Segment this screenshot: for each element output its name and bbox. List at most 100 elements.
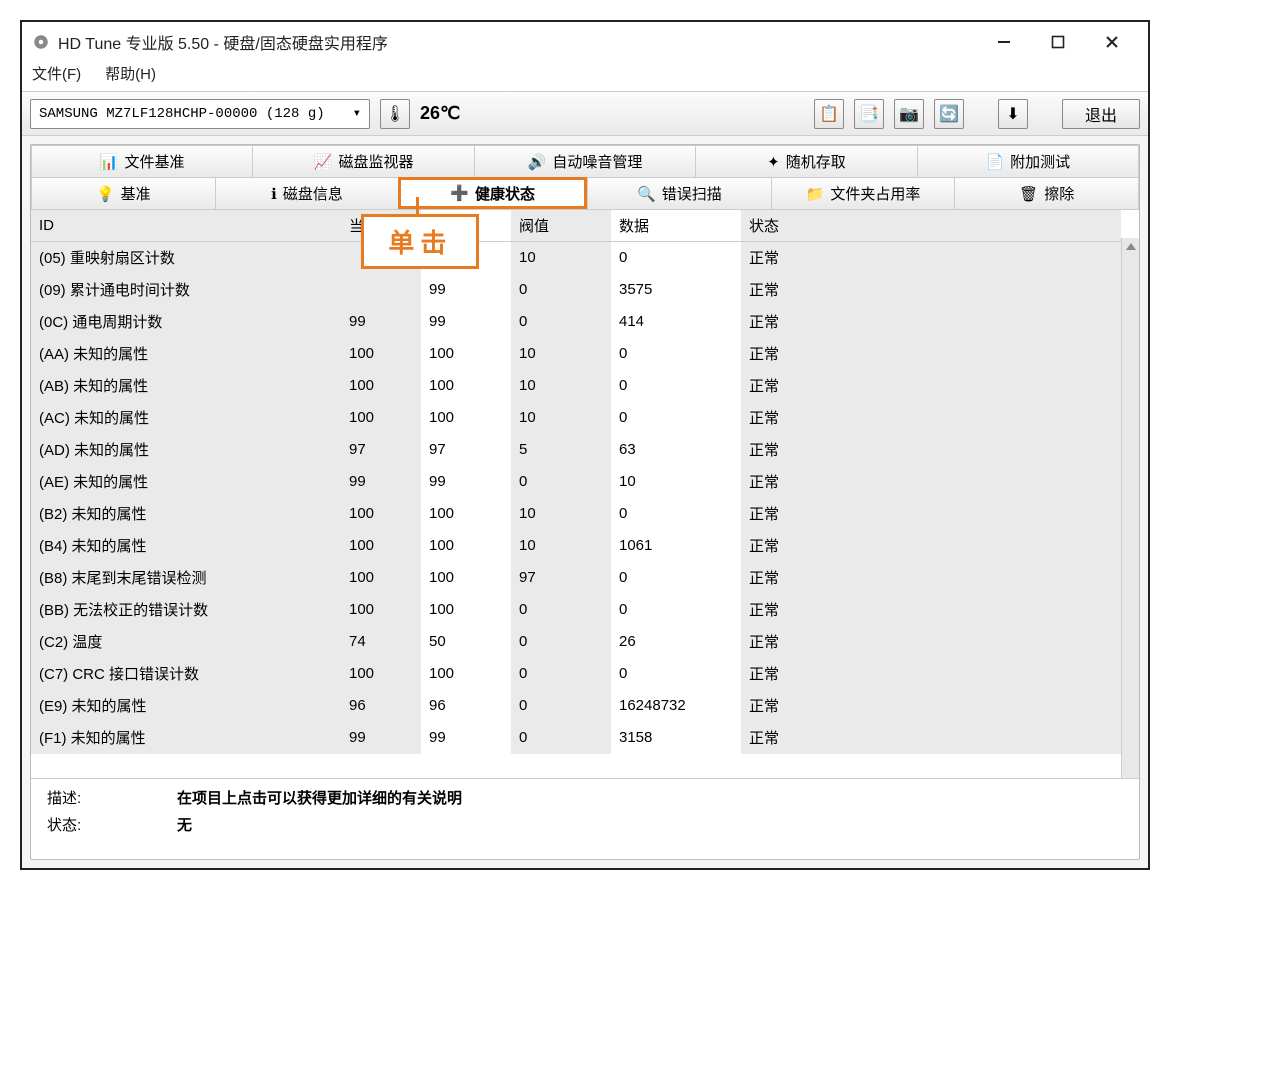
smart-table-container: ID 当前 最差 阀值 数据 状态 (05) 重映射扇区计数100100正常(0… <box>31 209 1139 779</box>
menu-help[interactable]: 帮助(H) <box>105 63 156 84</box>
cell-id: (AC) 未知的属性 <box>31 402 341 434</box>
drive-select[interactable]: SAMSUNG MZ7LF128HCHP-00000 (128 g) ▾ <box>30 99 370 129</box>
cell-status: 正常 <box>741 274 1121 306</box>
cell-status: 正常 <box>741 466 1121 498</box>
tab-error-scan[interactable]: 🔍错误扫描 <box>587 177 771 209</box>
screenshot-button[interactable]: 📷 <box>894 99 924 129</box>
cell-data: 414 <box>611 306 741 338</box>
cell-threshold: 0 <box>511 658 611 690</box>
tab-auto-noise[interactable]: 🔊自动噪音管理 <box>474 145 695 177</box>
cell-threshold: 10 <box>511 498 611 530</box>
cell-threshold: 0 <box>511 690 611 722</box>
table-row[interactable]: (0C) 通电周期计数99990414正常 <box>31 306 1121 338</box>
tab-random-access[interactable]: ✦随机存取 <box>695 145 916 177</box>
smart-table: ID 当前 最差 阀值 数据 状态 (05) 重映射扇区计数100100正常(0… <box>31 210 1121 754</box>
cell-threshold: 10 <box>511 402 611 434</box>
cell-current: 100 <box>341 402 421 434</box>
cell-threshold: 97 <box>511 562 611 594</box>
cell-id: (05) 重映射扇区计数 <box>31 242 341 274</box>
footer-info: 描述: 在项目上点击可以获得更加详细的有关说明 状态: 无 <box>31 779 1139 849</box>
col-data[interactable]: 数据 <box>611 210 741 242</box>
cell-id: (C2) 温度 <box>31 626 341 658</box>
bar-icon: 📈 <box>314 153 333 171</box>
drive-select-value: SAMSUNG MZ7LF128HCHP-00000 (128 g) <box>39 106 325 122</box>
col-threshold[interactable]: 阀值 <box>511 210 611 242</box>
col-id[interactable]: ID <box>31 210 341 242</box>
cell-worst: 100 <box>421 338 511 370</box>
cell-status: 正常 <box>741 338 1121 370</box>
titlebar: HD Tune 专业版 5.50 - 硬盘/固态硬盘实用程序 <box>22 22 1148 62</box>
cell-worst: 99 <box>421 466 511 498</box>
temperature-icon[interactable]: 🌡 <box>380 99 410 129</box>
cell-status: 正常 <box>741 658 1121 690</box>
cell-worst: 50 <box>421 626 511 658</box>
folder-icon: 📁 <box>806 185 825 203</box>
table-row[interactable]: (AD) 未知的属性9797563正常 <box>31 434 1121 466</box>
vertical-scrollbar[interactable] <box>1121 238 1139 778</box>
save-button[interactable]: ⬇ <box>998 99 1028 129</box>
menu-file[interactable]: 文件(F) <box>32 63 81 84</box>
tab-extra-tests[interactable]: 📄附加测试 <box>917 145 1139 177</box>
table-row[interactable]: (F1) 未知的属性999903158正常 <box>31 722 1121 754</box>
toolbar: SAMSUNG MZ7LF128HCHP-00000 (128 g) ▾ 🌡 2… <box>22 92 1148 136</box>
table-row[interactable]: (B8) 末尾到末尾错误检测100100970正常 <box>31 562 1121 594</box>
table-row[interactable]: (AC) 未知的属性100100100正常 <box>31 402 1121 434</box>
table-row[interactable]: (AE) 未知的属性9999010正常 <box>31 466 1121 498</box>
table-row[interactable]: (BB) 无法校正的错误计数10010000正常 <box>31 594 1121 626</box>
exit-button[interactable]: 退出 <box>1062 99 1140 129</box>
cell-data: 0 <box>611 402 741 434</box>
cell-id: (E9) 未知的属性 <box>31 690 341 722</box>
minimize-button[interactable] <box>992 30 1016 54</box>
table-row[interactable]: (09) 累计通电时间计数9903575正常 <box>31 274 1121 306</box>
refresh-button[interactable]: 🔄 <box>934 99 964 129</box>
cell-status: 正常 <box>741 370 1121 402</box>
list-icon: 📄 <box>985 153 1004 171</box>
cell-status: 正常 <box>741 498 1121 530</box>
trash-icon: 🗑 <box>1019 185 1038 203</box>
col-status[interactable]: 状态 <box>741 210 1121 242</box>
copy-info-button[interactable]: 📋 <box>814 99 844 129</box>
cell-data: 26 <box>611 626 741 658</box>
table-row[interactable]: (E9) 未知的属性9696016248732正常 <box>31 690 1121 722</box>
plus-icon: ➕ <box>450 184 469 202</box>
maximize-button[interactable] <box>1046 30 1070 54</box>
cell-threshold: 0 <box>511 594 611 626</box>
cell-data: 3575 <box>611 274 741 306</box>
cell-threshold: 0 <box>511 466 611 498</box>
tab-benchmark[interactable]: 💡基准 <box>31 177 215 209</box>
tab-file-benchmark[interactable]: 📊文件基准 <box>31 145 252 177</box>
table-row[interactable]: (AB) 未知的属性100100100正常 <box>31 370 1121 402</box>
cell-status: 正常 <box>741 530 1121 562</box>
cell-current: 100 <box>341 594 421 626</box>
copy-shot-button[interactable]: 📑 <box>854 99 884 129</box>
table-row[interactable]: (AA) 未知的属性100100100正常 <box>31 338 1121 370</box>
tab-disk-monitor[interactable]: 📈磁盘监视器 <box>252 145 473 177</box>
table-row[interactable]: (B4) 未知的属性100100101061正常 <box>31 530 1121 562</box>
search-icon: 🔍 <box>637 185 656 203</box>
info-icon: ℹ <box>271 185 277 203</box>
close-button[interactable] <box>1100 30 1124 54</box>
cell-worst: 96 <box>421 690 511 722</box>
cell-current: 100 <box>341 370 421 402</box>
table-row[interactable]: (C2) 温度7450026正常 <box>31 626 1121 658</box>
cell-status: 正常 <box>741 722 1121 754</box>
cell-data: 0 <box>611 594 741 626</box>
table-row[interactable]: (B2) 未知的属性100100100正常 <box>31 498 1121 530</box>
cell-id: (AA) 未知的属性 <box>31 338 341 370</box>
tab-disk-info[interactable]: ℹ磁盘信息 <box>215 177 399 209</box>
table-row[interactable]: (05) 重映射扇区计数100100正常 <box>31 242 1121 274</box>
tab-folder-usage[interactable]: 📁文件夹占用率 <box>771 177 955 209</box>
cell-worst: 99 <box>421 722 511 754</box>
random-icon: ✦ <box>767 153 780 171</box>
table-row[interactable]: (C7) CRC 接口错误计数10010000正常 <box>31 658 1121 690</box>
tab-health[interactable]: ➕健康状态 单击 <box>398 177 587 209</box>
cell-status: 正常 <box>741 434 1121 466</box>
cell-current: 100 <box>341 658 421 690</box>
scroll-up-icon[interactable] <box>1122 238 1139 256</box>
cell-worst: 100 <box>421 658 511 690</box>
menubar: 文件(F) 帮助(H) <box>22 62 1148 92</box>
tab-erase[interactable]: 🗑擦除 <box>954 177 1139 209</box>
callout-annotation: 单击 <box>361 214 479 269</box>
cell-threshold: 0 <box>511 306 611 338</box>
cell-worst: 100 <box>421 530 511 562</box>
